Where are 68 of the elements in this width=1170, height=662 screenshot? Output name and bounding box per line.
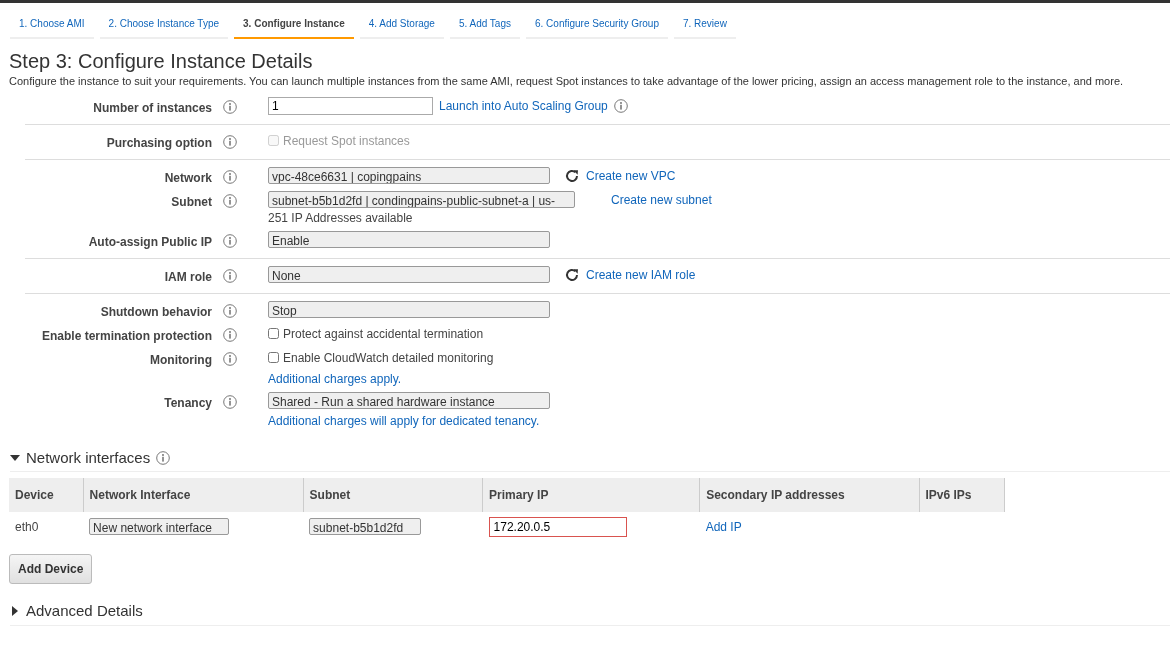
select-field[interactable]: None (268, 266, 550, 283)
select-field[interactable]: New network interface (89, 517, 230, 535)
info-icon[interactable] (223, 303, 237, 318)
select-field[interactable]: subnet-b5b1d2fd (309, 517, 422, 535)
info-icon[interactable] (223, 169, 237, 184)
page-description: Configure the instance to suit your requirements. You can launch multiple instances from the same AMI, request Spot instances to take advantage of the lower pricing, assign an access management role to the instance, and more. (9, 74, 1125, 89)
field-label: IAM role (163, 268, 212, 286)
wizard-tab[interactable]: 5. Add Tags (449, 9, 520, 39)
field-label: Number of instances (92, 99, 212, 117)
select-field[interactable]: Stop (268, 300, 550, 318)
instance-count-field[interactable]: 1 (268, 96, 433, 115)
column-header: Secondary IP addresses (699, 478, 919, 512)
checkbox[interactable] (268, 352, 279, 363)
page-heading: Step 3: Configure Instance Details (9, 49, 314, 73)
ip-field[interactable]: 172.20.0.5 (488, 517, 627, 537)
wizard-tab[interactable]: 2. Choose Instance Type (99, 9, 229, 39)
checkbox-label: Request Spot instances (283, 132, 410, 150)
column-header: Device (9, 478, 84, 512)
wizard-tab[interactable]: 3. Configure Instance (234, 9, 354, 39)
add-device-button[interactable]: Add Device (9, 554, 93, 584)
link[interactable]: Create new IAM role (586, 265, 696, 284)
info-icon[interactable] (223, 327, 237, 342)
helper-text: 251 IP Addresses available (268, 209, 413, 227)
select-field[interactable]: Enable (268, 230, 550, 248)
select-field[interactable]: Shared - Run a shared hardware instance (268, 391, 550, 409)
wizard-tab[interactable]: 1. Choose AMI (10, 9, 94, 39)
add-ip-link[interactable]: Add IP (705, 520, 742, 534)
wizard-tab[interactable]: 4. Add Storage (359, 9, 444, 39)
expand-icon[interactable] (10, 606, 20, 617)
info-icon[interactable] (613, 98, 628, 113)
refresh-icon[interactable] (564, 167, 580, 184)
link[interactable]: Create new subnet (611, 190, 712, 209)
info-icon[interactable] (223, 99, 237, 114)
column-header: Primary IP (482, 478, 700, 512)
checkbox-label: Protect against accidental termination (283, 325, 484, 343)
field-label: Enable termination protection (41, 327, 212, 345)
refresh-icon[interactable] (564, 266, 580, 283)
charges-link[interactable]: Additional charges apply. (268, 369, 402, 388)
table-cell: eth0 (9, 512, 84, 542)
info-icon[interactable] (223, 193, 237, 208)
field-label: Auto-assign Public IP (87, 233, 212, 251)
wizard-tab[interactable]: 6. Configure Security Group (526, 9, 668, 39)
column-header: Network Interface (83, 478, 304, 512)
charges-link[interactable]: Additional charges will apply for dedicated tenancy. (268, 411, 540, 430)
checkbox-label: Enable CloudWatch detailed monitoring (283, 349, 494, 367)
checkbox[interactable] (268, 328, 279, 339)
field-label: Subnet (170, 193, 212, 211)
column-header: Subnet (303, 478, 483, 512)
section-title: Network interfaces (26, 447, 151, 468)
field-label: Network (163, 169, 212, 187)
field-label: Tenancy (163, 394, 212, 412)
field-label: Shutdown behavior (99, 303, 212, 321)
info-icon[interactable] (223, 233, 237, 248)
field-label: Purchasing option (105, 134, 212, 152)
field-label: Monitoring (149, 351, 212, 369)
column-header: IPv6 IPs (919, 478, 1005, 512)
collapse-icon[interactable] (10, 452, 20, 463)
link[interactable]: Launch into Auto Scaling Group (439, 96, 608, 115)
info-icon[interactable] (156, 450, 171, 465)
wizard-tab[interactable]: 7. Review (673, 9, 736, 39)
info-icon[interactable] (223, 134, 237, 149)
section-title: Advanced Details (26, 601, 143, 621)
info-icon[interactable] (223, 394, 237, 409)
select-field[interactable]: subnet-b5b1d2fd | condingpains-public-subnet-a | us- (268, 191, 575, 208)
info-icon[interactable] (223, 351, 237, 366)
select-field[interactable]: vpc-48ce6631 | copingpains (268, 167, 550, 184)
info-icon[interactable] (223, 268, 237, 283)
link[interactable]: Create new VPC (586, 166, 676, 185)
